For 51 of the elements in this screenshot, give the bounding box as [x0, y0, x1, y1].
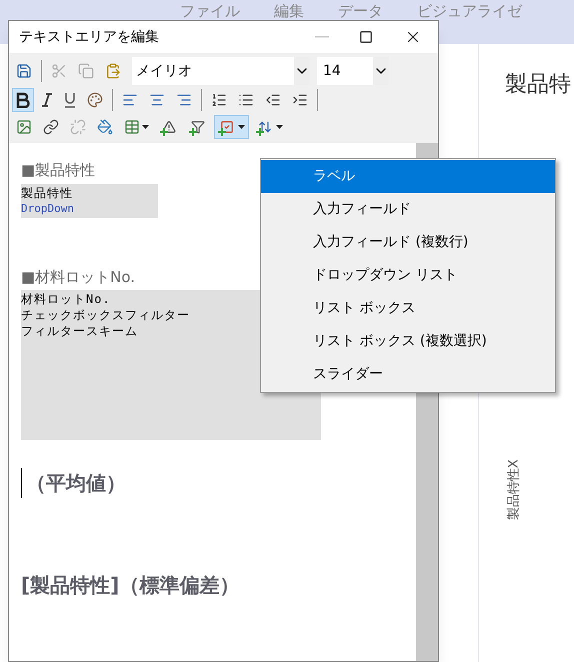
add-checkbox-button[interactable]	[214, 115, 249, 139]
report-title: 製品特	[505, 71, 571, 99]
menu-item[interactable]: リスト ボックス	[261, 292, 555, 325]
font-size-select[interactable]: 14	[317, 57, 389, 85]
section-heading: ■製品特性	[21, 160, 96, 181]
minimize-icon	[315, 36, 329, 38]
code-line: フィルタースキーム	[21, 323, 138, 339]
add-alert-icon	[160, 118, 178, 136]
maximize-icon	[359, 30, 373, 44]
menu-item[interactable]: ドロップダウン リスト	[261, 259, 555, 292]
cut-icon	[51, 63, 67, 79]
underline-icon	[64, 92, 76, 108]
bold-icon	[16, 92, 30, 108]
indent-icon	[292, 92, 308, 108]
bold-text: [製品特性]（標準偏差）	[21, 572, 240, 599]
window-title: テキストエリアを編集	[19, 28, 160, 46]
menu-item[interactable]: ラベル	[261, 160, 555, 193]
save-icon	[16, 63, 32, 79]
palette-icon	[87, 92, 103, 108]
menu-item[interactable]: スライダー	[261, 358, 555, 391]
caret-icon	[276, 125, 283, 129]
numbered-list-icon	[211, 92, 227, 108]
axis-label: 製品特性X	[505, 458, 522, 522]
code-line: チェックボックスフィルター	[21, 307, 190, 323]
bold-button[interactable]	[12, 88, 34, 112]
bullet-list-icon	[238, 92, 254, 108]
menu-item[interactable]: リスト ボックス (複数選択)	[261, 325, 555, 358]
align-right-icon	[176, 92, 192, 108]
font-select[interactable]: メイリオ	[132, 57, 310, 85]
copy-icon	[78, 63, 94, 79]
paint-bucket-icon	[97, 119, 113, 135]
caret-icon	[142, 125, 149, 129]
paste-icon	[105, 63, 121, 79]
add-checkbox-icon	[218, 118, 236, 136]
link-icon	[43, 119, 59, 135]
unlink-icon	[70, 119, 86, 135]
align-center-icon	[149, 92, 165, 108]
code-line: DropDown	[21, 200, 74, 216]
add-filter-icon	[189, 118, 207, 136]
table-icon	[124, 119, 140, 135]
caret-icon	[238, 125, 245, 129]
menu-item[interactable]: 入力フィールド (複数行)	[261, 226, 555, 259]
italic-icon	[41, 92, 53, 108]
menu-item[interactable]: 入力フィールド	[261, 193, 555, 226]
section-heading: ■材料ロットNo.	[21, 266, 136, 288]
bold-text: （平均値）	[26, 470, 126, 497]
align-left-icon	[122, 92, 138, 108]
code-line: 材料ロットNo.	[21, 291, 111, 307]
outdent-icon	[265, 92, 281, 108]
image-icon	[16, 119, 32, 135]
code-line: 製品特性	[21, 184, 73, 200]
